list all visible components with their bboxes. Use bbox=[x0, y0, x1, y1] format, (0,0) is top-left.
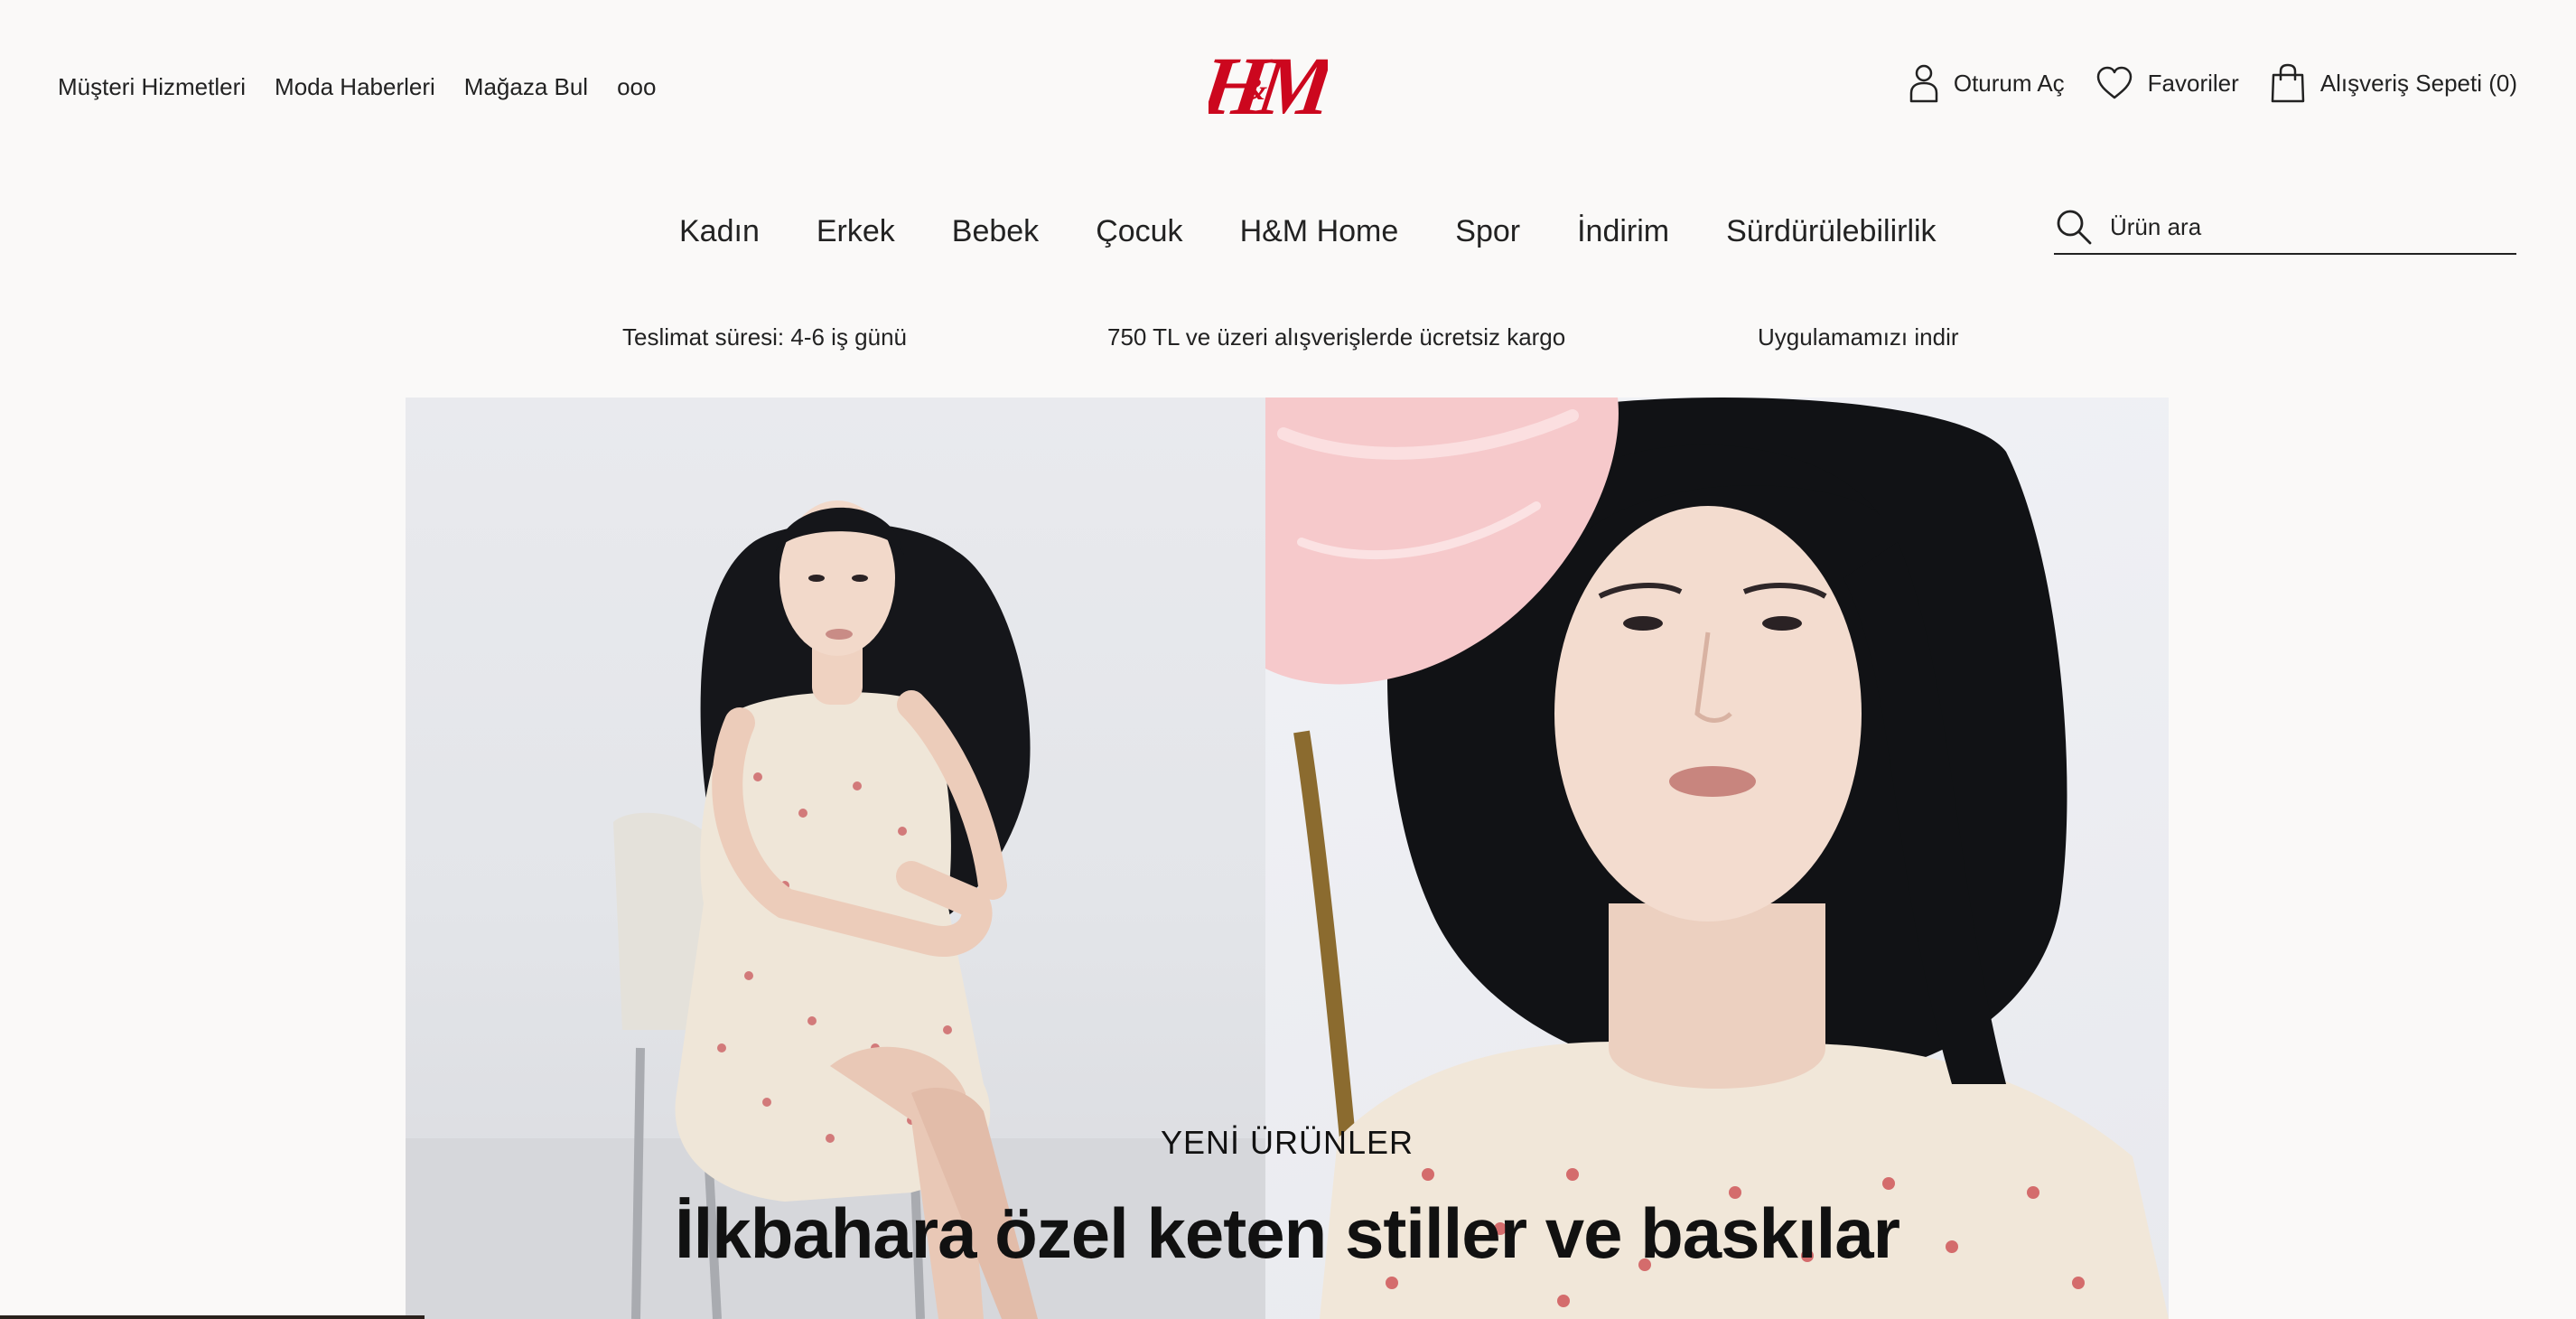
cookie-banner-edge bbox=[0, 1315, 425, 1319]
hero-kicker: YENİ ÜRÜNLER bbox=[1160, 1124, 1414, 1161]
more-menu-link[interactable]: ooo bbox=[617, 69, 656, 105]
nav-item-sustainability[interactable]: Sürdürülebilirlik bbox=[1726, 208, 1936, 255]
cart-button[interactable]: Alışveriş Sepeti (0) bbox=[2270, 63, 2517, 103]
main-nav: Kadın Erkek Bebek Çocuk H&M Home Spor İn… bbox=[679, 208, 1937, 255]
search-bar bbox=[2054, 201, 2516, 255]
store-locator-link[interactable]: Mağaza Bul bbox=[464, 69, 588, 105]
hero-image-right bbox=[1265, 398, 2169, 1319]
nav-item-men[interactable]: Erkek bbox=[817, 208, 895, 255]
hero-banner[interactable]: YENİ ÜRÜNLER İlkbahara özel keten stille… bbox=[406, 398, 2169, 1319]
brand-logo[interactable]: H & M bbox=[1195, 40, 1341, 132]
model-seated-illustration bbox=[406, 500, 1265, 1319]
hero-image-left bbox=[406, 398, 1265, 1319]
delivery-time-link[interactable]: Teslimat süresi: 4-6 iş günü bbox=[622, 323, 907, 351]
model-portrait-illustration bbox=[1265, 398, 2169, 1319]
nav-item-baby[interactable]: Bebek bbox=[952, 208, 1039, 255]
shopping-bag-icon bbox=[2271, 63, 2305, 103]
login-button[interactable]: Oturum Aç bbox=[1909, 63, 2065, 103]
nav-item-sale[interactable]: İndirim bbox=[1577, 208, 1669, 255]
search-icon[interactable] bbox=[2056, 209, 2092, 245]
account-links: Oturum Aç Favoriler Alışveriş Sepeti (0) bbox=[1909, 63, 2517, 103]
nav-item-sport[interactable]: Spor bbox=[1455, 208, 1520, 255]
fashion-news-link[interactable]: Moda Haberleri bbox=[275, 69, 435, 105]
favorites-button[interactable]: Favoriler bbox=[2095, 66, 2239, 100]
utility-links: Müşteri Hizmetleri Moda Haberleri Mağaza… bbox=[58, 69, 656, 105]
login-label: Oturum Aç bbox=[1953, 69, 2065, 97]
customer-service-link[interactable]: Müşteri Hizmetleri bbox=[58, 69, 246, 105]
search-input[interactable] bbox=[2110, 212, 2489, 241]
free-shipping-link[interactable]: 750 TL ve üzeri alışverişlerde ücretsiz … bbox=[1107, 323, 1565, 351]
nav-item-kids[interactable]: Çocuk bbox=[1096, 208, 1182, 255]
cart-label: Alışveriş Sepeti (0) bbox=[2319, 69, 2517, 97]
top-header: Müşteri Hizmetleri Moda Haberleri Mağaza… bbox=[0, 0, 2576, 173]
hm-logo-icon: H & M bbox=[1195, 40, 1341, 132]
heart-icon bbox=[2096, 66, 2132, 99]
download-app-link[interactable]: Uygulamamızı indir bbox=[1758, 323, 1959, 351]
user-icon bbox=[1909, 64, 1938, 103]
hero-title[interactable]: İlkbahara özel keten stiller ve baskılar bbox=[406, 1193, 2169, 1275]
favorites-label: Favoriler bbox=[2147, 69, 2239, 97]
promo-strip: Teslimat süresi: 4-6 iş günü 750 TL ve ü… bbox=[0, 323, 2576, 360]
nav-item-home[interactable]: H&M Home bbox=[1240, 208, 1399, 255]
nav-item-women[interactable]: Kadın bbox=[679, 208, 760, 255]
